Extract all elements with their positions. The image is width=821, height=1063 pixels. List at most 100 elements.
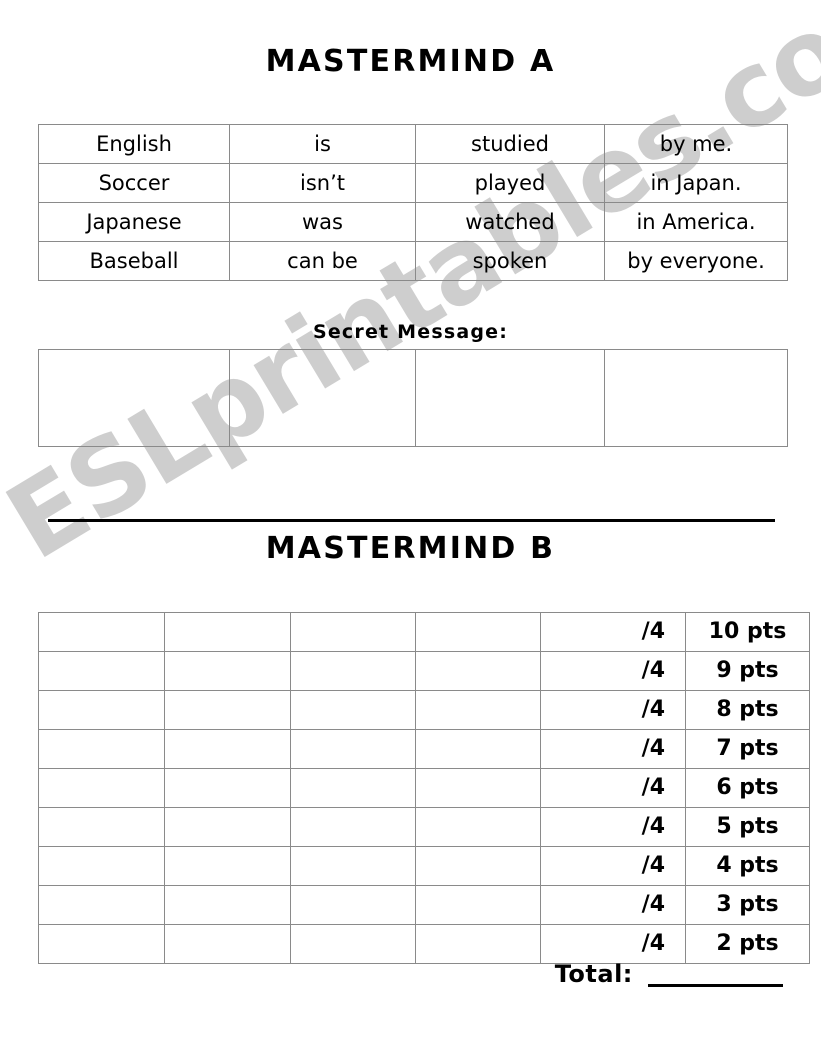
score-points-value: 10 pts [685,612,810,652]
score-blank-cell[interactable] [290,846,416,886]
score-points-value: 7 pts [685,729,810,769]
sentence-cell-auxiliary[interactable]: was [229,202,416,242]
sentence-cell-agent[interactable]: by everyone. [604,241,788,281]
table-row: /4 3 pts [38,885,810,925]
score-table: /4 10 pts /4 9 pts /4 8 pts /4 7 pts /4 … [38,612,810,964]
score-blank-cell[interactable] [164,768,291,808]
score-points-value: 4 pts [685,846,810,886]
score-blank-cell[interactable] [164,846,291,886]
score-blank-cell[interactable] [164,651,291,691]
score-blank-cell[interactable] [415,885,541,925]
total-label: Total: [554,960,633,988]
score-blank-cell[interactable] [415,768,541,808]
sentence-cell-participle[interactable]: played [415,163,605,203]
secret-message-table-body [38,349,788,447]
table-row: /4 6 pts [38,768,810,808]
secret-message-cell[interactable] [604,349,788,447]
score-points-value: 8 pts [685,690,810,730]
score-blank-cell[interactable] [38,846,165,886]
score-blank-cell[interactable] [415,807,541,847]
score-blank-cell[interactable] [38,690,165,730]
worksheet-page: ESLprintables.com MASTERMIND A English i… [0,0,821,1063]
sentence-cell-subject[interactable]: Baseball [38,241,230,281]
score-blank-cell[interactable] [415,924,541,964]
score-out-of-four: /4 [540,690,686,730]
secret-message-cell[interactable] [229,349,416,447]
score-blank-cell[interactable] [290,651,416,691]
score-blank-cell[interactable] [164,729,291,769]
score-blank-cell[interactable] [164,924,291,964]
score-blank-cell[interactable] [290,924,416,964]
score-blank-cell[interactable] [164,807,291,847]
score-blank-cell[interactable] [38,885,165,925]
table-row [38,349,788,447]
score-blank-cell[interactable] [290,768,416,808]
total-value-blank[interactable] [648,962,783,987]
score-blank-cell[interactable] [415,729,541,769]
table-row: /4 8 pts [38,690,810,730]
sentence-cell-auxiliary[interactable]: isn’t [229,163,416,203]
score-blank-cell[interactable] [415,612,541,652]
score-points-value: 9 pts [685,651,810,691]
score-blank-cell[interactable] [164,690,291,730]
sentence-cell-subject[interactable]: Soccer [38,163,230,203]
score-out-of-four: /4 [540,885,686,925]
total-row: Total: [38,960,783,988]
sentence-table: English is studied by me. Soccer isn’t p… [38,124,788,281]
table-row: /4 9 pts [38,651,810,691]
score-points-value: 3 pts [685,885,810,925]
score-points-value: 6 pts [685,768,810,808]
table-row: /4 4 pts [38,846,810,886]
score-blank-cell[interactable] [290,612,416,652]
score-blank-cell[interactable] [290,690,416,730]
sentence-cell-auxiliary[interactable]: can be [229,241,416,281]
score-blank-cell[interactable] [38,807,165,847]
table-row: Baseball can be spoken by everyone. [38,241,788,281]
score-out-of-four: /4 [540,846,686,886]
table-row: /4 5 pts [38,807,810,847]
score-blank-cell[interactable] [415,651,541,691]
score-out-of-four: /4 [540,768,686,808]
score-out-of-four: /4 [540,729,686,769]
score-blank-cell[interactable] [415,846,541,886]
table-row: Soccer isn’t played in Japan. [38,163,788,203]
table-row: English is studied by me. [38,124,788,164]
score-blank-cell[interactable] [290,885,416,925]
secret-message-label: Secret Message: [312,321,509,343]
sentence-cell-participle[interactable]: spoken [415,241,605,281]
score-blank-cell[interactable] [290,729,416,769]
score-blank-cell[interactable] [290,807,416,847]
secret-message-cell[interactable] [415,349,605,447]
sentence-cell-participle[interactable]: studied [415,124,605,164]
score-blank-cell[interactable] [164,612,291,652]
sentence-cell-participle[interactable]: watched [415,202,605,242]
secret-message-table [38,349,788,447]
score-blank-cell[interactable] [38,729,165,769]
sentence-cell-agent[interactable]: in Japan. [604,163,788,203]
sentence-table-body: English is studied by me. Soccer isn’t p… [38,124,788,281]
table-row: Japanese was watched in America. [38,202,788,242]
score-blank-cell[interactable] [415,690,541,730]
score-blank-cell[interactable] [38,612,165,652]
score-out-of-four: /4 [540,807,686,847]
sentence-cell-agent[interactable]: in America. [604,202,788,242]
score-out-of-four: /4 [540,924,686,964]
table-row: /4 10 pts [38,612,810,652]
score-blank-cell[interactable] [164,885,291,925]
sentence-cell-subject[interactable]: Japanese [38,202,230,242]
score-out-of-four: /4 [540,612,686,652]
score-blank-cell[interactable] [38,924,165,964]
section-divider [48,519,775,522]
score-out-of-four: /4 [540,651,686,691]
score-points-value: 5 pts [685,807,810,847]
score-blank-cell[interactable] [38,768,165,808]
sentence-cell-auxiliary[interactable]: is [229,124,416,164]
secret-message-cell[interactable] [38,349,230,447]
sentence-cell-agent[interactable]: by me. [604,124,788,164]
sentence-cell-subject[interactable]: English [38,124,230,164]
table-row: /4 2 pts [38,924,810,964]
table-row: /4 7 pts [38,729,810,769]
page-title-mastermind-a: MASTERMIND A [265,44,556,79]
score-blank-cell[interactable] [38,651,165,691]
score-table-body: /4 10 pts /4 9 pts /4 8 pts /4 7 pts /4 … [38,612,810,964]
